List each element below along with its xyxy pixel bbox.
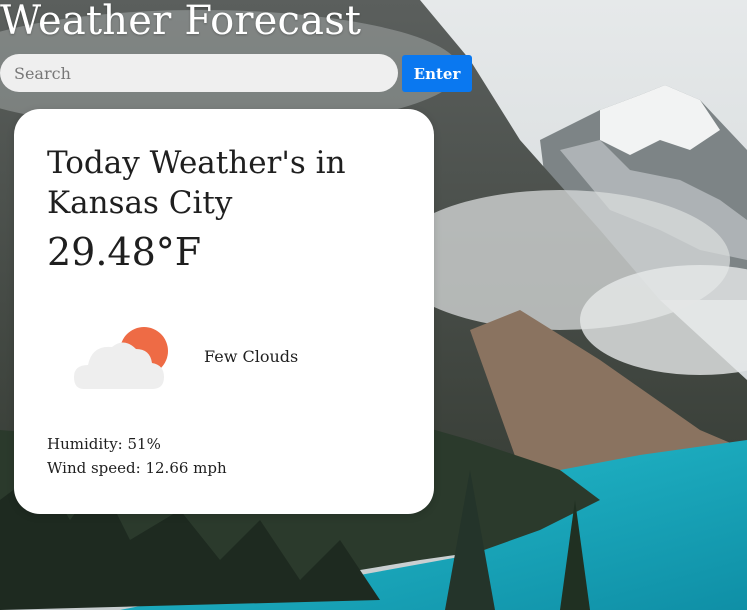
search-input[interactable] [0,54,398,92]
few-clouds-icon [72,323,174,395]
condition-label: Few Clouds [204,347,299,366]
humidity-label: Humidity: 51% [47,435,161,453]
wind-speed-label: Wind speed: 12.66 mph [47,459,227,477]
weather-card: Today Weather's in Kansas City 29.48°F F… [14,109,434,514]
location-heading: Today Weather's in Kansas City [47,145,346,221]
enter-button[interactable]: Enter [402,55,472,92]
app-title: Weather Forecast [0,0,362,44]
temperature: 29.48°F [47,230,202,274]
